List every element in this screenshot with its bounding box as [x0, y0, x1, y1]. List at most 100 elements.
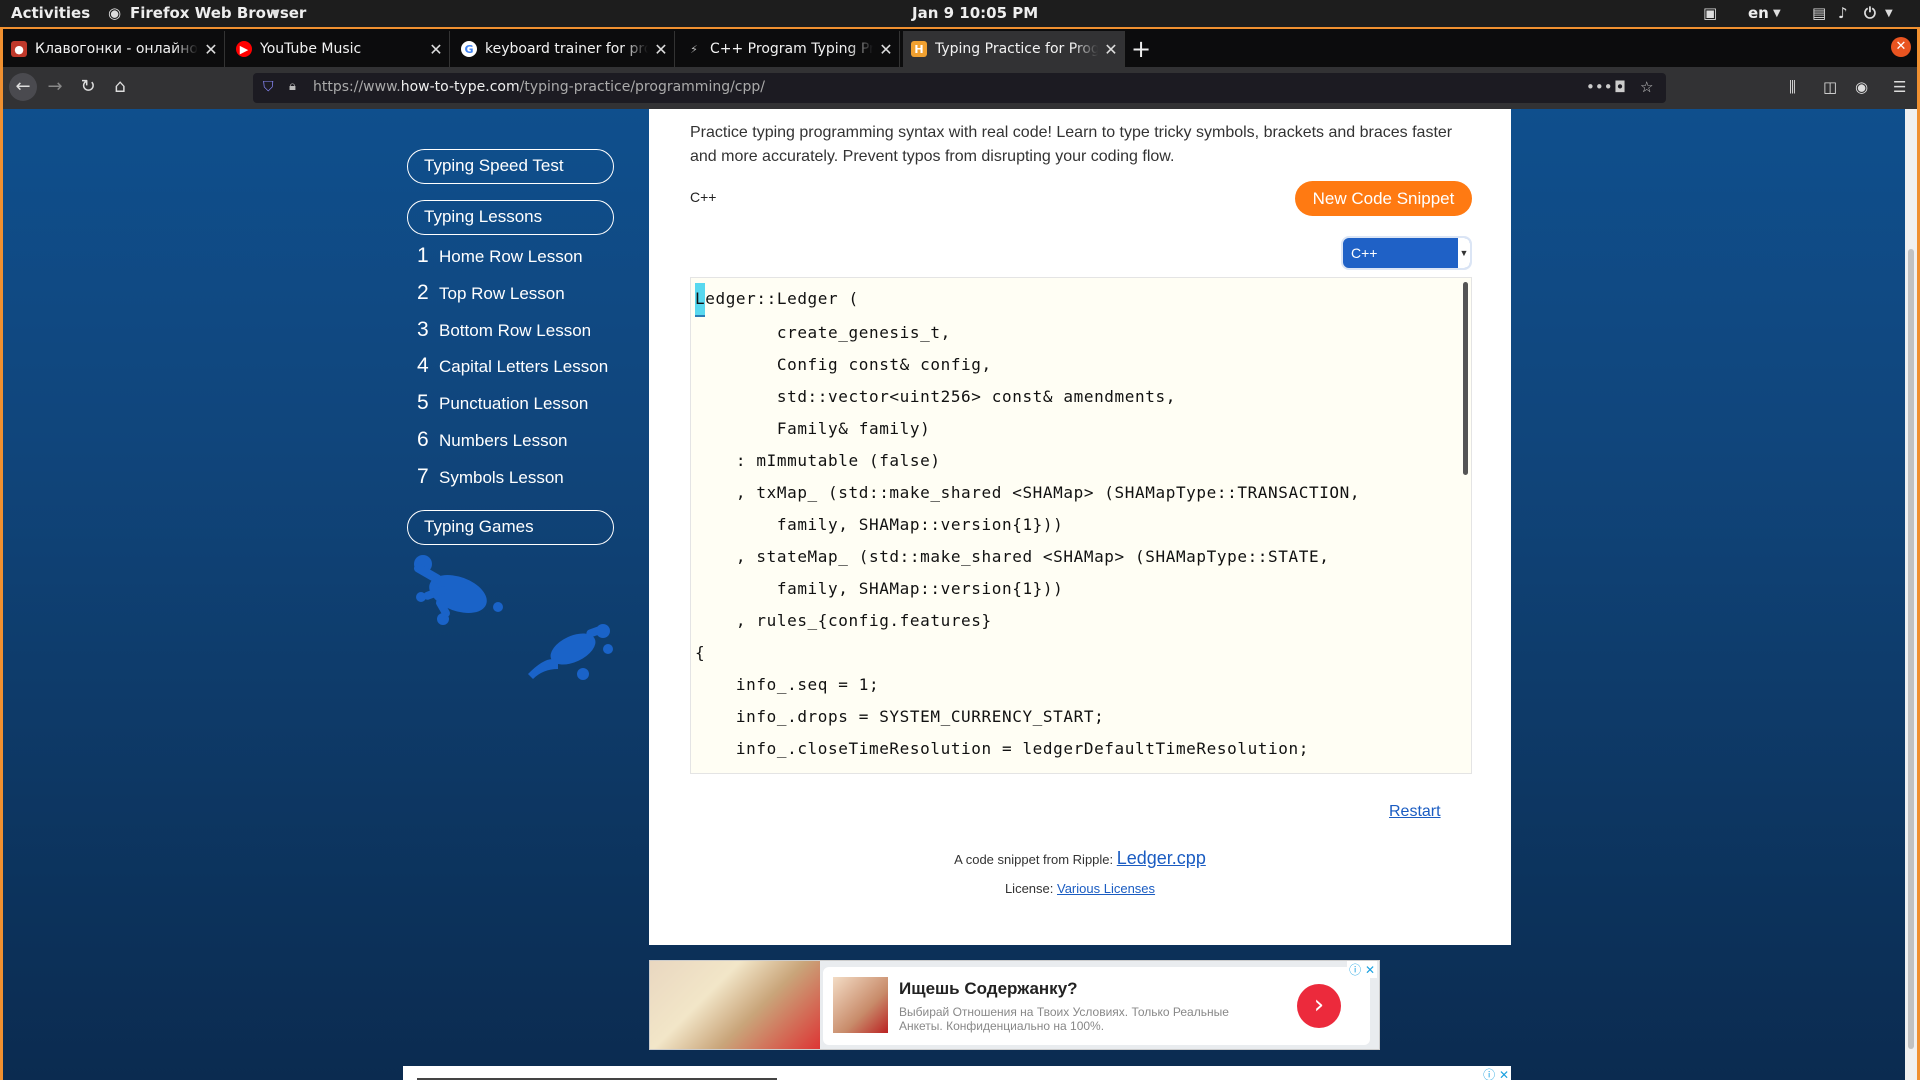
pocket-icon[interactable]: ◘ — [1614, 78, 1626, 96]
home-icon[interactable]: ⌂ — [106, 73, 134, 101]
restart-link[interactable]: Restart — [1389, 803, 1441, 821]
tab-youtube-music[interactable]: ▶ YouTube Music ✕ — [228, 31, 450, 67]
lesson-number: 1 — [417, 244, 429, 267]
library-icon[interactable]: ⫼ — [1789, 78, 1796, 96]
main-content-card: Practice typing programming syntax with … — [649, 109, 1511, 945]
url-prefix: https://www. — [313, 79, 401, 95]
code-snippet-text: Ledger::Ledger ( create_genesis_t, Confi… — [695, 283, 1360, 765]
lesson-label: Numbers Lesson — [439, 431, 568, 450]
lesson-number: 6 — [417, 428, 429, 451]
url-text[interactable]: https://www.how-to-type.com/typing-pract… — [313, 79, 765, 95]
google-favicon-icon: G — [461, 41, 477, 57]
back-arrow-icon[interactable]: ← — [9, 73, 37, 101]
license-line: License: Various Licenses — [649, 881, 1511, 896]
url-domain: how-to-type.com — [400, 79, 520, 95]
credit-text: A code snippet from Ripple: — [954, 852, 1117, 867]
ad-choices-icon[interactable]: ⓘ ✕ — [1347, 961, 1377, 978]
lightning-favicon-icon: ⚡ — [690, 42, 698, 56]
lesson-link-capital-letters[interactable]: 4 Capital Letters Lesson — [417, 354, 608, 378]
lesson-label: Bottom Row Lesson — [439, 321, 592, 340]
url-bar[interactable]: ⛉ 🔒︎ https://www.how-to-type.com/typing-… — [253, 73, 1666, 103]
lesson-label: Symbols Lesson — [439, 468, 564, 487]
tracking-shield-icon[interactable]: ⛉ — [263, 79, 274, 95]
youtube-music-favicon-icon: ▶ — [236, 41, 252, 57]
language-select-value: C++ — [1351, 245, 1378, 261]
close-tab-icon[interactable]: ✕ — [423, 40, 449, 59]
tab-google-search[interactable]: G keyboard trainer for progra ✕ — [453, 31, 675, 67]
activities-button[interactable]: Activities — [11, 4, 90, 22]
tab-title: YouTube Music — [260, 41, 362, 57]
navigation-bar: ← → ↻ ⌂ ⛉ 🔒︎ https://www.how-to-type.com… — [3, 67, 1917, 109]
forward-arrow-icon[interactable]: → — [41, 73, 69, 101]
bookmark-star-icon[interactable]: ☆ — [1640, 78, 1653, 96]
system-menu-chevron-icon[interactable]: ▼ — [1885, 8, 1893, 19]
sidebar-icon[interactable]: ◫ — [1823, 78, 1837, 96]
reload-icon[interactable]: ↻ — [74, 73, 102, 101]
typing-games-button[interactable]: Typing Games — [407, 510, 614, 545]
source-file-link[interactable]: Ledger.cpp — [1117, 848, 1206, 868]
ad-image[interactable] — [650, 961, 820, 1049]
lesson-link-home-row[interactable]: 1 Home Row Lesson — [417, 244, 583, 268]
clock[interactable]: Jan 9 10:05 PM — [912, 4, 1038, 22]
tab-title: Клавогонки - онлайновый — [35, 41, 198, 57]
page-scrollbar[interactable] — [1905, 109, 1917, 1080]
typing-speed-test-button[interactable]: Typing Speed Test — [407, 149, 614, 184]
gecko-logo-icon — [528, 624, 613, 680]
system-top-bar: Activities ◉ Firefox Web Browser ▼ Jan 9… — [0, 0, 1920, 27]
lesson-label: Home Row Lesson — [439, 247, 583, 266]
network-icon[interactable]: ▤ — [1812, 4, 1826, 22]
code-remaining-text: edger::Ledger ( create_genesis_t, Config… — [695, 289, 1361, 758]
typing-lessons-button[interactable]: Typing Lessons — [407, 200, 614, 235]
volume-icon[interactable]: ♪ — [1838, 4, 1848, 22]
code-typing-area[interactable]: Ledger::Ledger ( create_genesis_t, Confi… — [690, 277, 1472, 774]
ad-text[interactable]: Выбирай Отношения на Твоих Условиях. Тол… — [899, 1005, 1249, 1033]
lesson-number: 5 — [417, 391, 429, 414]
ad-choices-icon[interactable]: ⓘ ✕ — [1483, 1066, 1509, 1080]
close-tab-icon[interactable]: ✕ — [198, 40, 224, 59]
keyboard-layout-indicator[interactable]: en — [1748, 4, 1769, 22]
tab-typing-practice-active[interactable]: H Typing Practice for Program ✕ — [903, 31, 1125, 67]
menu-hamburger-icon[interactable]: ☰ — [1893, 78, 1906, 96]
lesson-link-bottom-row[interactable]: 3 Bottom Row Lesson — [417, 318, 591, 342]
license-link[interactable]: Various Licenses — [1057, 881, 1155, 896]
ad-thumbnail[interactable] — [833, 977, 888, 1033]
account-icon[interactable]: ◉ — [1855, 78, 1868, 96]
klavogonki-favicon-icon: ● — [11, 41, 27, 57]
ad-banner-secondary[interactable]: ⓘ ✕ — [403, 1066, 1511, 1080]
lesson-link-numbers[interactable]: 6 Numbers Lesson — [417, 428, 568, 452]
snippet-credit: A code snippet from Ripple: Ledger.cpp — [649, 848, 1511, 869]
lesson-link-symbols[interactable]: 7 Symbols Lesson — [417, 465, 564, 489]
close-tab-icon[interactable]: ✕ — [1098, 40, 1124, 59]
page-scrollbar-thumb[interactable] — [1908, 249, 1914, 1049]
window-close-icon[interactable]: ✕ — [1891, 37, 1911, 57]
tab-klavogonki[interactable]: ● Клавогонки - онлайновый ✕ — [3, 31, 225, 67]
language-label: C++ — [690, 189, 717, 205]
close-tab-icon[interactable]: ✕ — [648, 40, 674, 59]
lesson-link-top-row[interactable]: 2 Top Row Lesson — [417, 281, 565, 305]
lesson-label: Top Row Lesson — [439, 284, 565, 303]
tab-cpp-typing-practice[interactable]: ⚡ C++ Program Typing Practic ✕ — [678, 31, 900, 67]
code-scrollbar[interactable] — [1463, 282, 1468, 475]
app-menu-chevron-icon: ▼ — [271, 7, 280, 20]
ad-panel[interactable]: Ищешь Содержанку? Выбирай Отношения на Т… — [823, 967, 1370, 1045]
app-menu-button[interactable]: Firefox Web Browser — [130, 4, 306, 22]
tab-title: C++ Program Typing Practic — [710, 41, 873, 57]
new-tab-icon[interactable]: + — [1131, 35, 1151, 63]
lesson-link-punctuation[interactable]: 5 Punctuation Lesson — [417, 391, 588, 415]
ad-title[interactable]: Ищешь Содержанку? — [899, 979, 1078, 999]
ad-banner[interactable]: Ищешь Содержанку? Выбирай Отношения на Т… — [649, 960, 1380, 1050]
page-viewport: Typing Speed Test Typing Lessons 1 Home R… — [3, 109, 1917, 1080]
language-select[interactable]: C++ ▼ — [1341, 236, 1472, 270]
chevron-down-icon: ▼ — [1458, 238, 1470, 268]
page-actions-icon[interactable]: ••• — [1586, 78, 1613, 96]
firefox-app-icon: ◉ — [108, 4, 122, 22]
new-code-snippet-button[interactable]: New Code Snippet — [1295, 181, 1472, 216]
close-tab-icon[interactable]: ✕ — [873, 40, 899, 59]
lesson-number: 7 — [417, 465, 429, 488]
screen-share-icon[interactable]: ▣ — [1703, 4, 1717, 22]
ad-arrow-icon[interactable]: › — [1297, 984, 1341, 1028]
url-path: /typing-practice/programming/cpp/ — [519, 79, 765, 95]
how-to-type-favicon-icon: H — [911, 41, 927, 57]
lock-icon[interactable]: 🔒︎ — [289, 79, 296, 94]
power-icon[interactable]: ⏻ — [1864, 4, 1876, 22]
